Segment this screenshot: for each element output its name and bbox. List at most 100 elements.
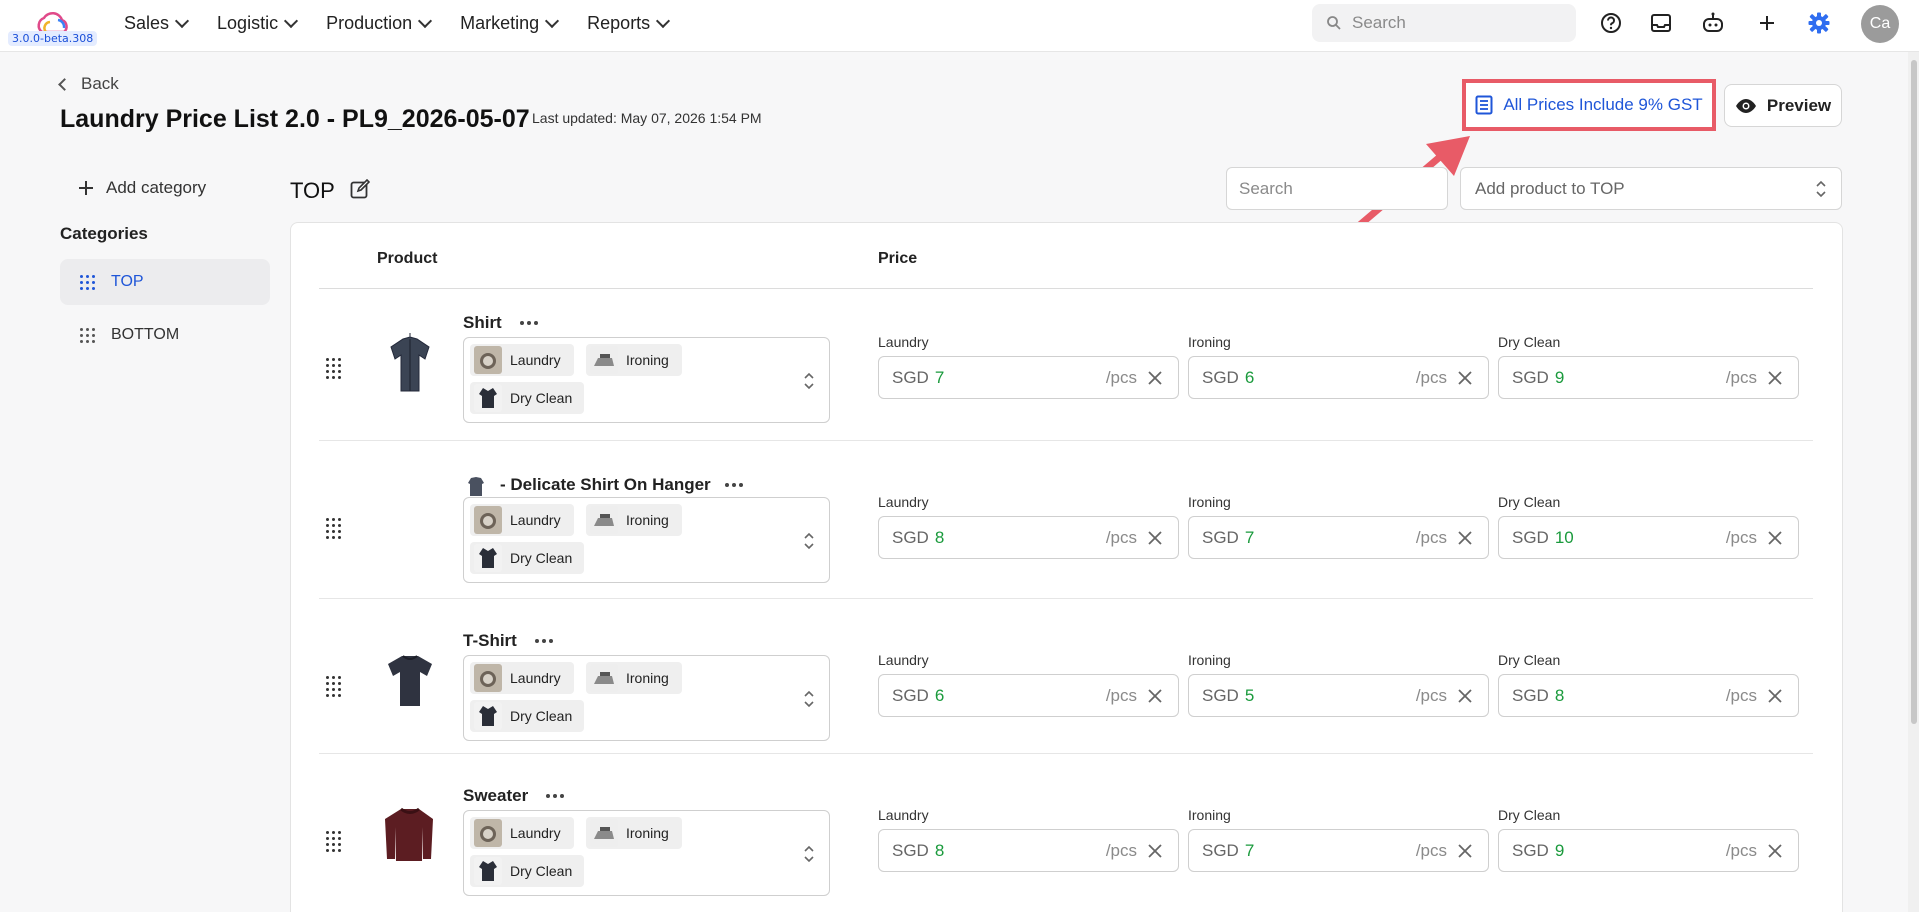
service-chip[interactable]: Dry Clean xyxy=(470,382,584,414)
price-input[interactable]: SGD 8/pcs xyxy=(878,829,1179,872)
add-icon[interactable] xyxy=(1752,8,1782,38)
currency-label: SGD xyxy=(1202,367,1239,387)
nav-sales[interactable]: Sales xyxy=(124,13,190,34)
clear-icon[interactable] xyxy=(1766,369,1784,387)
price-input[interactable]: SGD 6/pcs xyxy=(878,674,1179,717)
more-options-icon[interactable] xyxy=(534,639,553,643)
drag-handle-icon[interactable] xyxy=(326,358,341,379)
clear-icon[interactable] xyxy=(1766,687,1784,705)
product-name: Shirt xyxy=(463,313,502,332)
category-item-top[interactable]: TOP xyxy=(60,259,270,305)
nav-logistic[interactable]: Logistic xyxy=(217,13,299,34)
price-input[interactable]: SGD 9/pcs xyxy=(1498,829,1799,872)
back-link[interactable]: Back xyxy=(58,74,119,94)
service-multiselect[interactable]: Laundry Ironing Dry Clean xyxy=(463,497,830,583)
more-options-icon[interactable] xyxy=(519,321,538,325)
drag-handle-icon[interactable] xyxy=(326,518,341,539)
jacket-icon xyxy=(474,544,502,572)
nav-production[interactable]: Production xyxy=(326,12,433,34)
service-chip[interactable]: Laundry xyxy=(470,504,574,536)
service-chip[interactable]: Laundry xyxy=(470,817,574,849)
price-label: Laundry xyxy=(878,334,929,350)
more-options-icon[interactable] xyxy=(546,794,565,798)
help-icon[interactable] xyxy=(1596,8,1626,38)
preview-button[interactable]: Preview xyxy=(1724,84,1842,127)
service-chip[interactable]: Laundry xyxy=(470,662,574,694)
inbox-icon[interactable] xyxy=(1646,8,1676,38)
price-label: Laundry xyxy=(878,652,929,668)
price-input[interactable]: SGD 7/pcs xyxy=(878,356,1179,399)
clear-icon[interactable] xyxy=(1146,687,1164,705)
drag-handle-icon[interactable] xyxy=(80,274,95,290)
service-chip[interactable]: Dry Clean xyxy=(470,855,584,887)
iron-icon xyxy=(590,506,618,534)
clear-icon[interactable] xyxy=(1456,842,1474,860)
service-chip[interactable]: Laundry xyxy=(470,344,574,376)
nav-label: Production xyxy=(326,12,413,33)
edit-icon[interactable] xyxy=(350,179,370,199)
drag-handle-icon[interactable] xyxy=(326,676,341,697)
row-divider xyxy=(319,598,1813,599)
clear-icon[interactable] xyxy=(1766,529,1784,547)
price-input[interactable]: SGD 7/pcs xyxy=(1188,516,1489,559)
price-input[interactable]: SGD 8/pcs xyxy=(878,516,1179,559)
service-chip-label: Ironing xyxy=(626,512,669,528)
product-search-input[interactable]: Search xyxy=(1226,167,1448,210)
clear-icon[interactable] xyxy=(1146,369,1164,387)
jacket-icon xyxy=(474,857,502,885)
price-input[interactable]: SGD 7/pcs xyxy=(1188,829,1489,872)
clear-icon[interactable] xyxy=(1146,842,1164,860)
service-multiselect[interactable]: Laundry Ironing Dry Clean xyxy=(463,810,830,896)
price-input[interactable]: SGD 9/pcs xyxy=(1498,356,1799,399)
column-header-product: Product xyxy=(377,250,438,267)
unit-label: /pcs xyxy=(1725,368,1757,387)
service-chip[interactable]: Ironing xyxy=(586,344,682,376)
service-chip[interactable]: Ironing xyxy=(586,504,682,536)
service-chip[interactable]: Dry Clean xyxy=(470,700,584,732)
column-header-price: Price xyxy=(878,250,918,267)
add-category-button[interactable]: Add category xyxy=(78,178,206,198)
nav-reports[interactable]: Reports xyxy=(587,13,671,34)
price-input[interactable]: SGD 10/pcs xyxy=(1498,516,1799,559)
chevron-left-icon xyxy=(58,77,71,91)
category-item-bottom[interactable]: BOTTOM xyxy=(60,312,270,358)
nav-marketing[interactable]: Marketing xyxy=(460,13,560,34)
search-icon xyxy=(1327,16,1341,30)
clear-icon[interactable] xyxy=(1146,529,1164,547)
page-scrollbar-thumb[interactable] xyxy=(1911,60,1917,724)
product-name: - Delicate Shirt On Hanger xyxy=(500,475,711,494)
unit-label: /pcs xyxy=(1415,368,1447,387)
service-chip[interactable]: Ironing xyxy=(586,817,682,849)
page-title: Laundry Price List 2.0 - PL9_2026-05-07 xyxy=(60,105,530,133)
preview-label: Preview xyxy=(1766,95,1832,115)
category-label: BOTTOM xyxy=(111,326,180,343)
drag-handle-icon[interactable] xyxy=(326,831,341,852)
price-label: Dry Clean xyxy=(1498,807,1561,823)
global-search-input[interactable]: Search xyxy=(1312,4,1576,42)
price-input[interactable]: SGD 6/pcs xyxy=(1188,356,1489,399)
service-multiselect[interactable]: Laundry Ironing Dry Clean xyxy=(463,337,830,423)
avatar-initials: Ca xyxy=(1869,15,1891,32)
clear-icon[interactable] xyxy=(1766,842,1784,860)
gst-label: All Prices Include 9% GST xyxy=(1503,95,1703,114)
price-input[interactable]: SGD 5/pcs xyxy=(1188,674,1489,717)
currency-label: SGD xyxy=(892,527,929,547)
service-multiselect[interactable]: Laundry Ironing Dry Clean xyxy=(463,655,830,741)
bot-icon[interactable] xyxy=(1698,8,1728,38)
gst-settings-button[interactable]: All Prices Include 9% GST xyxy=(1462,79,1716,131)
more-options-icon[interactable] xyxy=(724,483,743,487)
price-value: 6 xyxy=(934,685,945,705)
user-avatar[interactable]: Ca xyxy=(1861,5,1899,43)
add-product-select[interactable]: Add product to TOP xyxy=(1460,167,1842,210)
service-chip[interactable]: Dry Clean xyxy=(470,542,584,574)
settings-gear-icon[interactable] xyxy=(1804,8,1834,38)
clear-icon[interactable] xyxy=(1456,529,1474,547)
clear-icon[interactable] xyxy=(1456,369,1474,387)
price-input[interactable]: SGD 8/pcs xyxy=(1498,674,1799,717)
product-name-row: T-Shirt xyxy=(463,631,553,651)
header-divider xyxy=(319,288,1813,289)
clear-icon[interactable] xyxy=(1456,687,1474,705)
service-chip[interactable]: Ironing xyxy=(586,662,682,694)
product-name: T-Shirt xyxy=(463,631,517,650)
drag-handle-icon[interactable] xyxy=(80,327,95,343)
